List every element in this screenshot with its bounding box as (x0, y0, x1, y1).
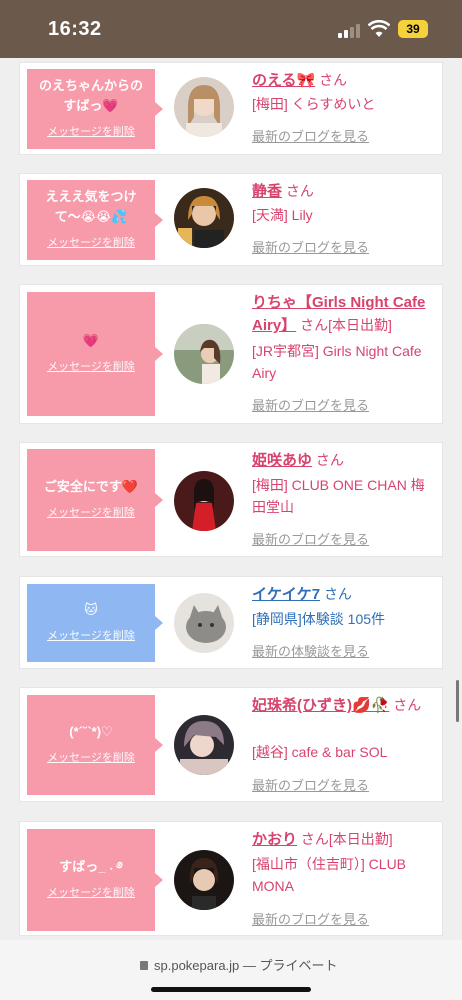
browser-address-bar[interactable]: sp.pokepara.jp — プライベート (0, 940, 462, 1000)
message-bubble: ご安全にです❤️ メッセージを削除 (27, 449, 163, 551)
delete-message-link[interactable]: メッセージを削除 (47, 883, 135, 903)
latest-blog-link[interactable]: 最新のブログを見る (252, 909, 369, 928)
url-separator: — (242, 958, 256, 973)
delete-message-link[interactable]: メッセージを削除 (47, 503, 135, 523)
latest-review-link[interactable]: 最新の体験談を見る (252, 641, 369, 660)
honorific: さん (285, 183, 314, 199)
delete-message-link[interactable]: メッセージを削除 (47, 233, 135, 253)
message-text: 🐱 (84, 602, 98, 617)
latest-blog-link[interactable]: 最新のブログを見る (252, 529, 369, 548)
reviewer-name-link[interactable]: イケイケ7 (252, 586, 320, 603)
honorific: さん (315, 452, 344, 468)
list-item: のえちゃんからのすばっ💗 メッセージを削除 のえる🎀 さん [梅田] くらすめい… (19, 62, 443, 155)
avatar[interactable] (174, 324, 234, 384)
list-item: すばっ_ ˖ ࿔ メッセージを削除 かおり さん[本日出勤] [福山市（住吉町）… (19, 821, 443, 936)
message-bubble: 🐱 メッセージを削除 (27, 584, 163, 662)
latest-blog-link[interactable]: 最新のブログを見る (252, 126, 369, 145)
delete-message-link[interactable]: メッセージを削除 (47, 122, 135, 142)
delete-message-link[interactable]: メッセージを削除 (47, 626, 135, 646)
list-item: 💗 メッセージを削除 りちゃ【Girls Night Cafe Airy】 さん… (19, 284, 443, 424)
delete-message-link[interactable]: メッセージを削除 (47, 357, 135, 377)
review-info: [静岡県]体験談 105件 (252, 611, 386, 627)
cast-name-link[interactable]: かおり (252, 831, 297, 848)
cast-name-link[interactable]: 静香 (252, 183, 282, 200)
message-bubble: のえちゃんからのすばっ💗 メッセージを削除 (27, 69, 163, 149)
message-bubble: (*´˘`*)♡ メッセージを削除 (27, 695, 163, 795)
honorific: さん (323, 586, 352, 602)
avatar[interactable] (174, 471, 234, 531)
shop-info: [梅田] CLUB ONE CHAN 梅田堂山 (252, 477, 425, 515)
shop-info: [梅田] くらすめいと (252, 96, 376, 112)
avatar[interactable] (174, 593, 234, 653)
honorific: さん (319, 72, 348, 88)
message-text: 💗 (82, 333, 100, 348)
latest-blog-link[interactable]: 最新のブログを見る (252, 395, 369, 414)
wifi-icon (368, 20, 390, 37)
honorific: さん (393, 697, 422, 713)
scrollbar[interactable] (456, 680, 459, 722)
status-bar: 16:32 39 (0, 0, 462, 58)
shop-info: [越谷] cafe & bar SOL (252, 744, 388, 760)
latest-blog-link[interactable]: 最新のブログを見る (252, 775, 369, 794)
latest-blog-link[interactable]: 最新のブログを見る (252, 237, 369, 256)
cast-name-link[interactable]: 妃珠希(ひずき)💋🥀 (252, 697, 389, 714)
avatar[interactable] (174, 188, 234, 248)
battery-icon: 39 (398, 20, 428, 38)
avatar[interactable] (174, 77, 234, 137)
message-bubble: えええ気をつけて〜😭😭💦 メッセージを削除 (27, 180, 163, 260)
status-time: 16:32 (48, 18, 102, 40)
shop-info: [福山市（住吉町）] CLUB MONA (252, 856, 407, 894)
private-mode-label: プライベート (259, 958, 338, 973)
message-text: (*´˘`*)♡ (69, 724, 113, 739)
message-list[interactable]: のえちゃんからのすばっ💗 メッセージを削除 のえる🎀 さん [梅田] くらすめい… (0, 58, 462, 940)
cast-name-link[interactable]: のえる🎀 (252, 72, 315, 89)
cast-name-link[interactable]: 姫咲あゆ (252, 452, 312, 469)
home-indicator[interactable] (151, 987, 311, 992)
avatar[interactable] (174, 715, 234, 775)
list-item: (*´˘`*)♡ メッセージを削除 妃珠希(ひずき)💋🥀 さん [越谷] caf… (19, 687, 443, 802)
list-item: 🐱 メッセージを削除 イケイケ7 さん [静岡県]体験談 105件 最新の体験談… (19, 576, 443, 669)
shop-info: [JR宇都宮] Girls Night Cafe Airy (252, 343, 422, 381)
delete-message-link[interactable]: メッセージを削除 (47, 748, 135, 768)
list-item: ご安全にです❤️ メッセージを削除 姫咲あゆ さん [梅田] CLUB ONE … (19, 442, 443, 557)
list-item: えええ気をつけて〜😭😭💦 メッセージを削除 静香 さん [天満] Lily 最新… (19, 173, 443, 266)
message-text: ご安全にです❤️ (43, 479, 139, 494)
message-bubble: すばっ_ ˖ ࿔ メッセージを削除 (27, 829, 163, 931)
on-duty-badge: [本日出勤] (328, 831, 393, 847)
url-text: sp.pokepara.jp (154, 958, 240, 973)
message-text: すばっ_ ˖ ࿔ (59, 859, 123, 874)
avatar[interactable] (174, 850, 234, 910)
honorific: さん (300, 317, 329, 333)
cellular-signal-icon (338, 24, 362, 38)
message-text: のえちゃんからのすばっ💗 (38, 78, 143, 113)
on-duty-badge: [本日出勤] (328, 317, 392, 333)
shop-info: [天満] Lily (252, 207, 313, 223)
lock-icon (140, 961, 148, 970)
message-text: えええ気をつけて〜😭😭💦 (45, 189, 137, 224)
honorific: さん (300, 831, 329, 847)
message-bubble: 💗 メッセージを削除 (27, 292, 163, 416)
